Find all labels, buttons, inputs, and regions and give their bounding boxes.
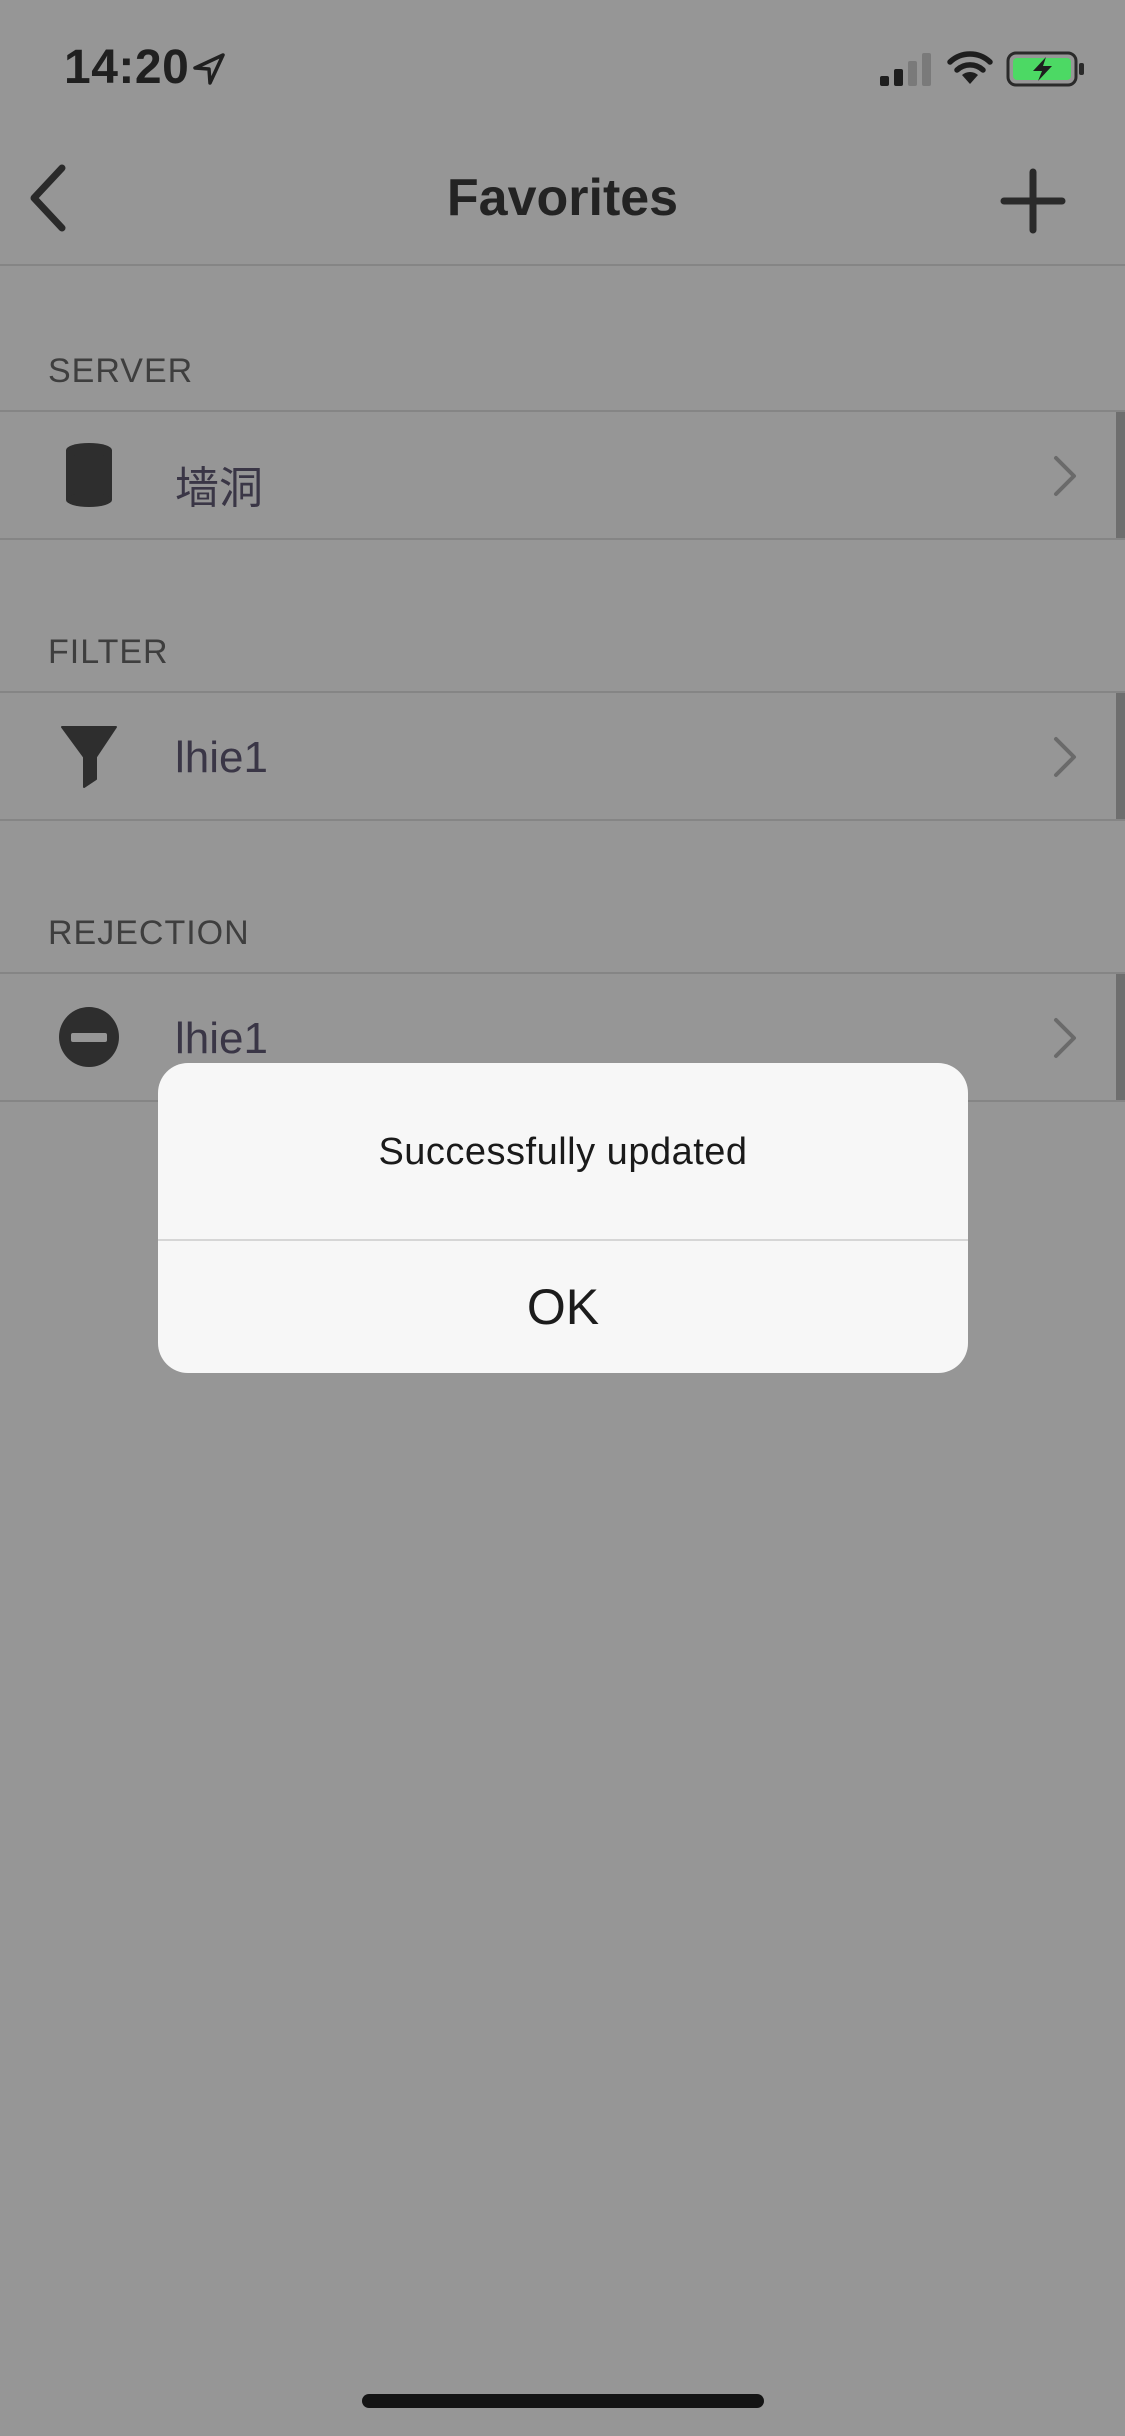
navigation-bar: Favorites bbox=[0, 132, 1125, 266]
list-item-filter[interactable]: lhie1 bbox=[0, 691, 1125, 821]
alert-dialog: Successfully updated OK bbox=[158, 1063, 968, 1373]
wifi-icon bbox=[947, 51, 993, 84]
chevron-right-icon bbox=[1054, 1018, 1076, 1058]
section-header-filter: FILTER bbox=[48, 633, 169, 671]
list-item-label: lhie1 bbox=[175, 733, 268, 782]
minus-circle-icon bbox=[59, 1007, 119, 1067]
scroll-indicator bbox=[1116, 693, 1125, 819]
battery-charging-icon bbox=[1006, 51, 1084, 87]
section-header-server: SERVER bbox=[48, 352, 194, 390]
page-title: Favorites bbox=[446, 169, 679, 227]
alert-message: Successfully updated bbox=[378, 1131, 748, 1173]
scroll-indicator bbox=[1116, 974, 1125, 1100]
home-indicator[interactable] bbox=[362, 2394, 764, 2408]
section-header-rejection: REJECTION bbox=[48, 914, 250, 952]
database-icon bbox=[66, 443, 112, 507]
funnel-icon bbox=[61, 726, 117, 788]
list-item-server[interactable]: 墙洞 bbox=[0, 410, 1125, 540]
status-time: 14:20 bbox=[64, 41, 190, 94]
add-button[interactable] bbox=[998, 166, 1068, 236]
chevron-right-icon bbox=[1054, 737, 1076, 777]
scroll-indicator bbox=[1116, 412, 1125, 538]
cellular-signal-icon bbox=[880, 53, 931, 86]
location-arrow-icon bbox=[193, 53, 225, 85]
chevron-right-icon bbox=[1054, 456, 1076, 496]
status-bar: 14:20 bbox=[0, 0, 1125, 132]
ok-button[interactable]: OK bbox=[158, 1241, 968, 1373]
list-item-label: lhie1 bbox=[175, 1014, 268, 1063]
list-item-label: 墙洞 bbox=[175, 464, 263, 513]
